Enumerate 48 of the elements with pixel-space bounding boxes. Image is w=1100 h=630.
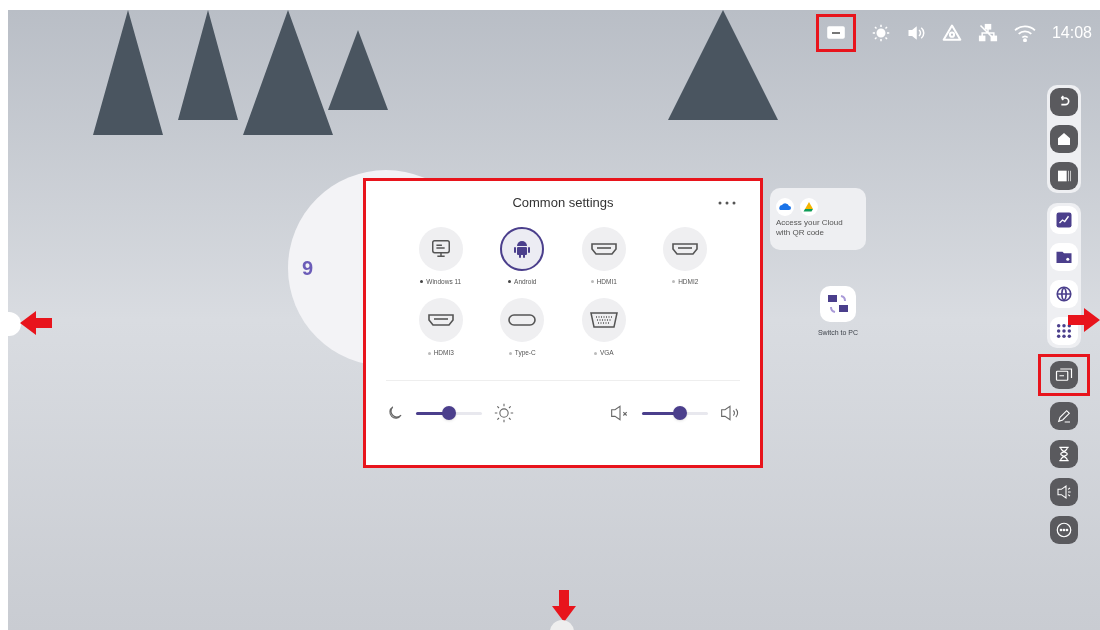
pen-icon	[1056, 408, 1072, 424]
screen-share-icon	[1055, 366, 1073, 384]
globe-app-icon	[1055, 285, 1073, 303]
monitor-icon	[429, 237, 452, 260]
hourglass-icon	[1057, 446, 1071, 462]
side-panel-handle[interactable]	[8, 312, 21, 336]
volume-slider[interactable]	[642, 406, 708, 420]
switch-to-pc-app-icon[interactable]	[820, 286, 856, 322]
folder-app-button[interactable]	[1050, 243, 1078, 271]
panel-title: Common settings	[512, 194, 614, 212]
screen-share-icon[interactable]	[825, 25, 846, 41]
window-switch-button[interactable]	[1050, 162, 1078, 190]
speaker-button[interactable]	[1050, 478, 1078, 506]
whiteboard-app-icon	[1055, 211, 1073, 229]
app-grid-icon	[1056, 323, 1072, 339]
cloud-icon	[776, 198, 794, 216]
more-icon	[1055, 521, 1073, 539]
clock-numeral: 9	[302, 256, 314, 281]
globe-app-button[interactable]	[1050, 280, 1078, 308]
pen-button[interactable]	[1050, 402, 1078, 430]
whiteboard-app-button[interactable]	[1050, 206, 1078, 234]
more-options-icon[interactable]	[718, 200, 736, 205]
vga-port-icon	[589, 312, 618, 329]
bottom-panel-handle[interactable]	[550, 620, 574, 630]
sun-icon	[494, 403, 514, 423]
annotation-arrow	[1068, 308, 1100, 332]
app-grid-button[interactable]	[1050, 317, 1078, 345]
annotation-arrow	[20, 311, 52, 335]
moon-icon	[386, 404, 404, 422]
hdmi-port-icon	[590, 241, 617, 256]
speaker-icon	[720, 404, 740, 422]
hdmi-port-icon	[672, 241, 699, 256]
speaker-icon	[1056, 484, 1072, 500]
home-icon	[1056, 131, 1072, 147]
hourglass-button[interactable]	[1050, 440, 1078, 468]
window-switch-icon	[1056, 168, 1072, 184]
status-time: 14:08	[1051, 23, 1092, 43]
cloud-widget-text: Access your Cloud with QR code	[776, 218, 844, 238]
annotation-arrow	[552, 590, 576, 622]
screen-share-button[interactable]	[1050, 361, 1078, 389]
back-button[interactable]	[1050, 88, 1078, 116]
usb-c-port-icon	[508, 314, 537, 327]
cloud-widget-card[interactable]: Access your Cloud with QR code	[770, 188, 866, 250]
mute-icon	[610, 404, 630, 422]
hdmi-port-icon	[427, 313, 454, 328]
home-button[interactable]	[1050, 125, 1078, 153]
brightness-slider[interactable]	[416, 406, 482, 420]
more-button[interactable]	[1050, 516, 1078, 544]
